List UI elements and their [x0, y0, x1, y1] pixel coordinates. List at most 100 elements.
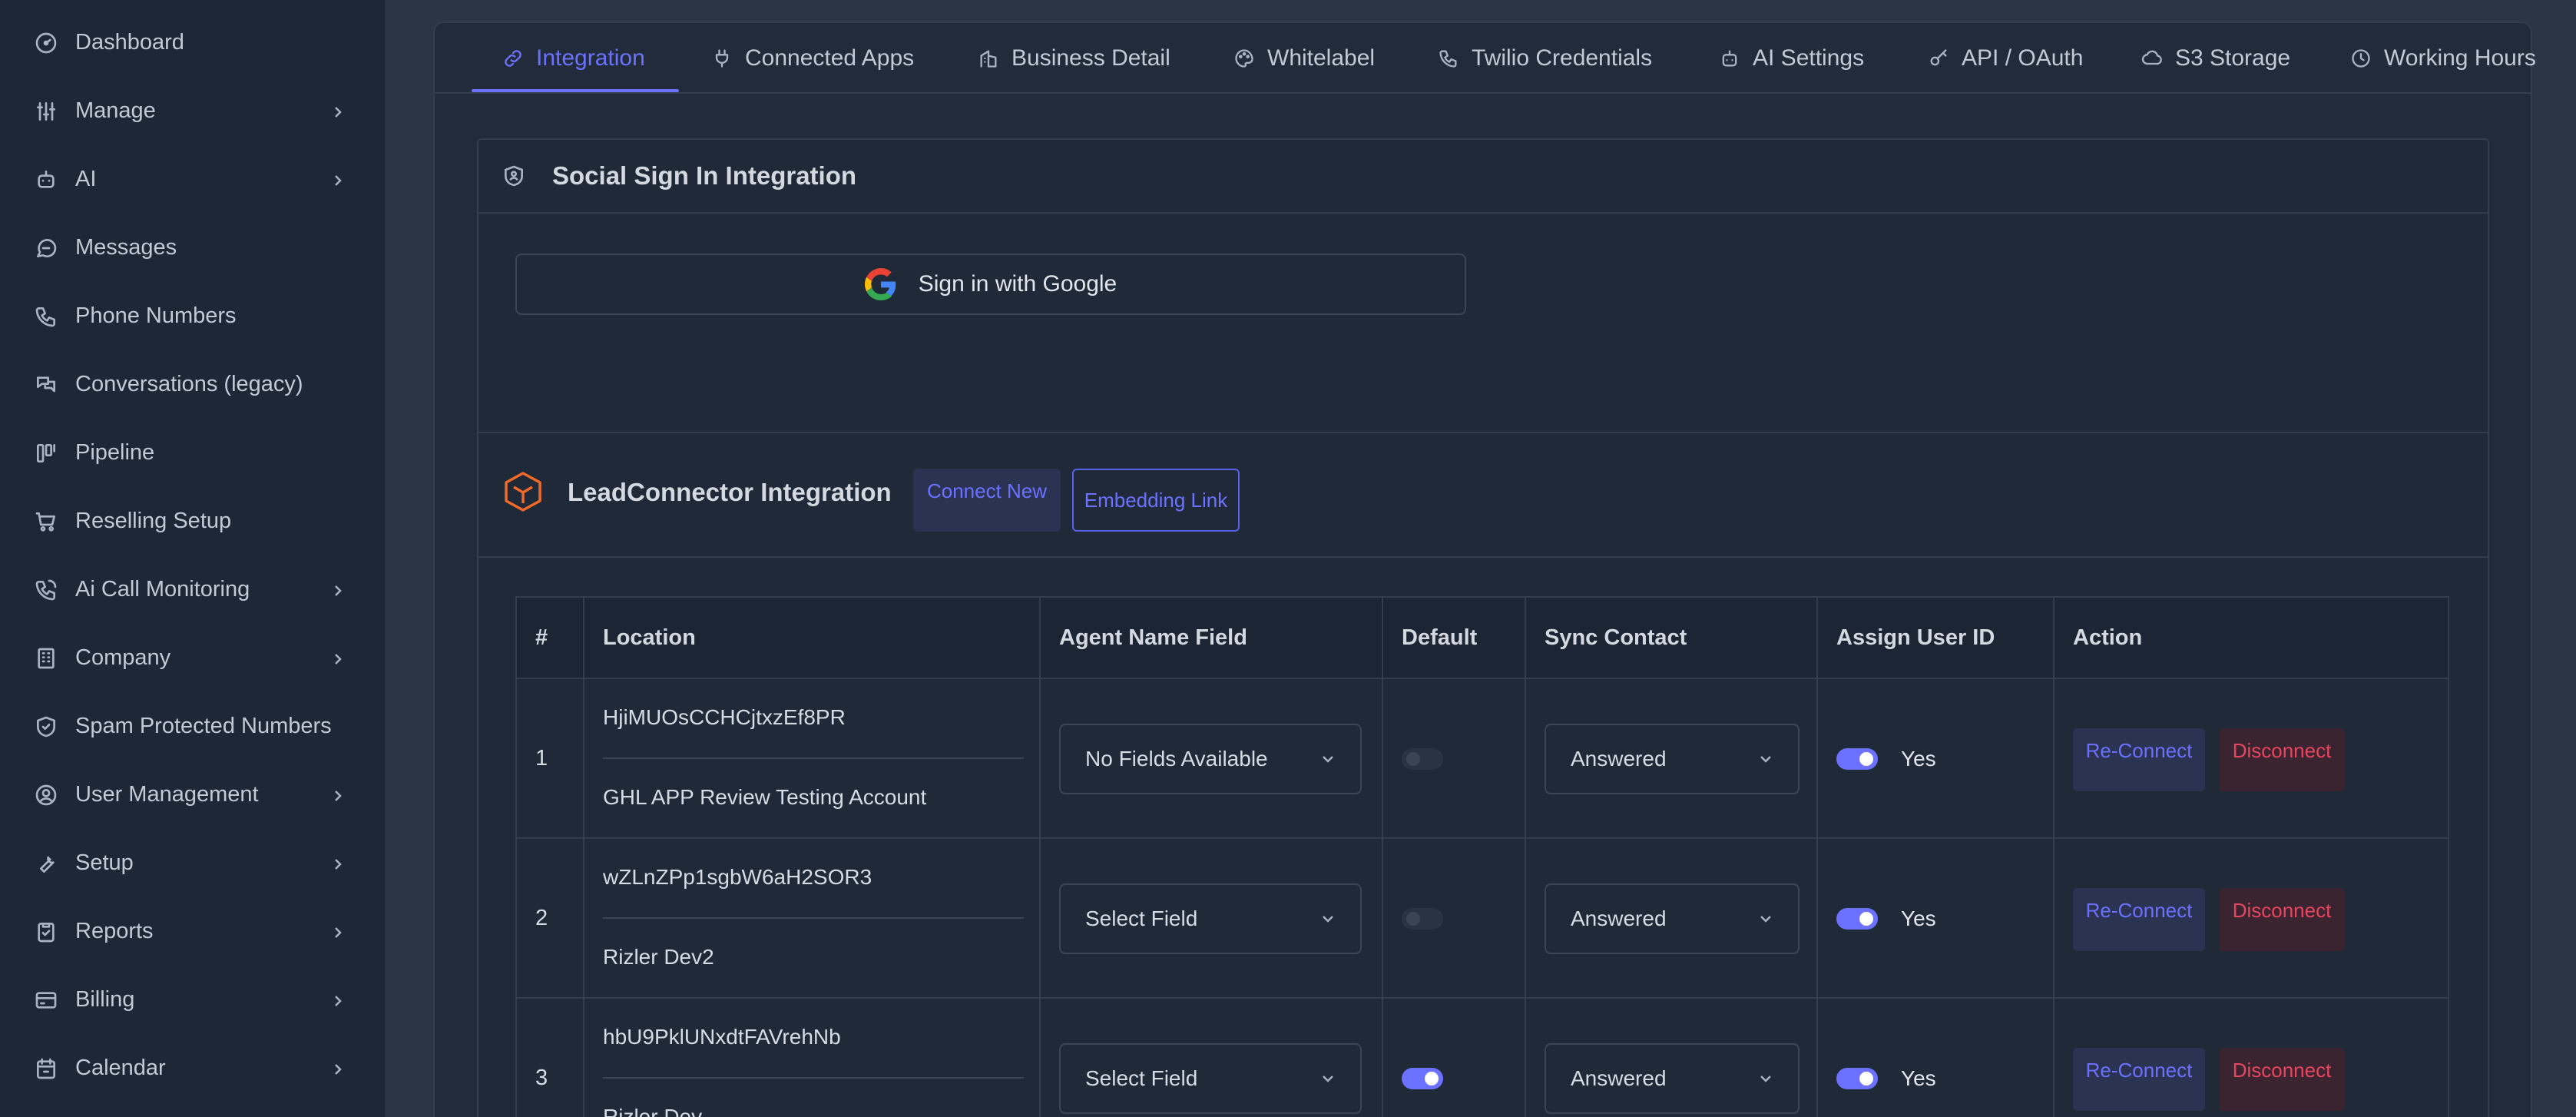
chevron-down-icon — [1760, 1076, 1771, 1082]
robot-icon — [31, 164, 61, 195]
sidebar-item-conversations[interactable]: Conversations (legacy) — [0, 350, 386, 419]
sync-contact-select[interactable]: Answered — [1545, 724, 1800, 794]
chevron-right-icon — [329, 786, 347, 804]
agent-name-field-select[interactable]: No Fields Available — [1059, 724, 1362, 794]
sidebar-item-ai[interactable]: AI — [0, 145, 386, 214]
disconnect-button[interactable]: Disconnect — [2219, 888, 2345, 951]
chevron-down-icon — [1323, 756, 1333, 763]
assign-user-id-toggle[interactable] — [1836, 908, 1878, 930]
sidebar-item-reselling-setup[interactable]: Reselling Setup — [0, 487, 386, 555]
sidebar-item-reports[interactable]: Reports — [0, 897, 386, 966]
assign-user-id-toggle[interactable] — [1836, 1068, 1878, 1089]
sidebar-item-user-management[interactable]: User Management — [0, 761, 386, 829]
default-toggle[interactable] — [1402, 1068, 1443, 1089]
toggle-knob — [1425, 1072, 1439, 1086]
sidebar-item-spam-protected-numbers[interactable]: Spam Protected Numbers — [0, 692, 386, 761]
default-toggle[interactable] — [1402, 908, 1443, 930]
tab-label: Integration — [536, 45, 645, 71]
tab-label: Whitelabel — [1267, 45, 1376, 71]
clipboard-icon — [31, 916, 61, 947]
assign-user-id-label: Yes — [1901, 907, 1936, 930]
tab-connected-apps[interactable]: Connected Apps — [711, 23, 914, 94]
header-number: # — [535, 625, 548, 650]
action-cell: Re-Connect Disconnect — [2053, 999, 2451, 1117]
social-sign-in-header: Social Sign In Integration — [478, 140, 2488, 214]
chevron-down-icon — [1323, 1076, 1333, 1082]
phone-icon — [1439, 50, 1457, 68]
disconnect-button[interactable]: Disconnect — [2219, 728, 2345, 791]
tab-s3-storage[interactable]: S3 Storage — [2141, 23, 2290, 94]
tab-ai-settings[interactable]: AI Settings — [1719, 23, 1864, 94]
calendar-icon — [31, 1053, 61, 1084]
connect-new-button[interactable]: Connect New — [913, 469, 1061, 532]
sidebar-item-label: Dashboard — [75, 30, 184, 55]
sidebar-item-label: AI — [75, 167, 97, 191]
tab-business-detail[interactable]: Business Detail — [978, 23, 1170, 94]
tab-label: AI Settings — [1753, 45, 1865, 71]
location-cell: HjiMUOsCCHCjtxzEf8PR GHL APP Review Test… — [583, 679, 1039, 837]
phone-call-icon — [31, 575, 61, 605]
agent-name-field-select[interactable]: Select Field — [1059, 1043, 1362, 1114]
sidebar-item-label: Billing — [75, 987, 135, 1012]
assign-user-id-label: Yes — [1901, 747, 1936, 771]
sidebar-item-label: Company — [75, 645, 171, 670]
table-row: 3 hbU9PklUNxdtFAVrehNb Rizler Dev Select… — [515, 999, 2449, 1117]
reconnect-button[interactable]: Re-Connect — [2073, 728, 2205, 791]
assign-user-id-cell: Yes — [1816, 839, 2053, 997]
location-name: Rizler Dev — [603, 1105, 703, 1117]
tab-label: Connected Apps — [745, 45, 915, 71]
sidebar-item-calendar[interactable]: Calendar — [0, 1034, 386, 1102]
tab-api-oauth[interactable]: API / OAuth — [1928, 23, 2083, 94]
sidebar-item-ai-call-monitoring[interactable]: Ai Call Monitoring — [0, 555, 386, 624]
default-cell — [1382, 839, 1525, 997]
user-circle-icon — [31, 780, 61, 810]
sidebar-item-company[interactable]: Company — [0, 624, 386, 692]
agent-name-field-select[interactable]: Select Field — [1059, 883, 1362, 954]
row-number: 3 — [535, 1065, 548, 1090]
sidebar-item-pipeline[interactable]: Pipeline — [0, 419, 386, 487]
sidebar-item-dashboard[interactable]: Dashboard — [0, 8, 386, 77]
chevron-right-icon — [329, 581, 347, 599]
location-cell: hbU9PklUNxdtFAVrehNb Rizler Dev — [583, 999, 1039, 1117]
google-button-label: Sign in with Google — [918, 271, 1117, 297]
leadconnector-logo-icon — [502, 470, 545, 513]
sidebar-item-manage[interactable]: Manage — [0, 77, 386, 145]
chevron-down-icon — [1323, 916, 1333, 923]
reconnect-button[interactable]: Re-Connect — [2073, 1048, 2205, 1111]
chevron-right-icon — [329, 649, 347, 668]
default-toggle[interactable] — [1402, 748, 1443, 770]
phone-icon — [31, 301, 61, 332]
sidebar-item-billing[interactable]: Billing — [0, 966, 386, 1034]
cloud-icon — [2141, 50, 2162, 65]
chevron-right-icon — [329, 991, 347, 1009]
tab-twilio-credentials[interactable]: Twilio Credentials — [1438, 23, 1652, 94]
disconnect-button[interactable]: Disconnect — [2219, 1048, 2345, 1111]
assign-user-id-toggle[interactable] — [1836, 748, 1878, 770]
embedding-link-button[interactable]: Embedding Link — [1072, 469, 1240, 532]
tab-whitelabel[interactable]: Whitelabel — [1233, 23, 1375, 94]
palette-icon — [1235, 49, 1253, 68]
sign-in-with-google-button[interactable]: Sign in with Google — [515, 254, 1466, 315]
link-icon — [505, 50, 521, 67]
dashboard-icon — [31, 28, 61, 58]
sync-contact-select[interactable]: Answered — [1545, 1043, 1800, 1114]
toggle-knob — [1859, 912, 1873, 926]
sidebar-item-phone-numbers[interactable]: Phone Numbers — [0, 282, 386, 350]
sidebar-item-messages[interactable]: Messages — [0, 214, 386, 282]
tab-integration[interactable]: Integration — [502, 23, 645, 94]
section-title: LeadConnector Integration — [568, 478, 892, 506]
tab-working-hours[interactable]: Working Hours — [2350, 23, 2536, 94]
tab-label: S3 Storage — [2175, 45, 2291, 71]
location-id: HjiMUOsCCHCjtxzEf8PR — [603, 705, 846, 729]
building-icon — [980, 50, 997, 68]
sidebar-item-label: Conversations (legacy) — [75, 372, 303, 396]
agent-field-cell: Select Field — [1039, 839, 1382, 997]
agent-field-cell: Select Field — [1039, 999, 1382, 1117]
sidebar-item-setup[interactable]: Setup — [0, 829, 386, 897]
robot-icon — [1722, 50, 1737, 67]
action-cell: Re-Connect Disconnect — [2053, 839, 2451, 997]
sync-contact-select[interactable]: Answered — [1545, 883, 1800, 954]
settings-panel: Integration Connected Apps Business Deta… — [433, 22, 2536, 1117]
leadconnector-header: LeadConnector Integration Connect New Em… — [478, 433, 2488, 558]
reconnect-button[interactable]: Re-Connect — [2073, 888, 2205, 951]
